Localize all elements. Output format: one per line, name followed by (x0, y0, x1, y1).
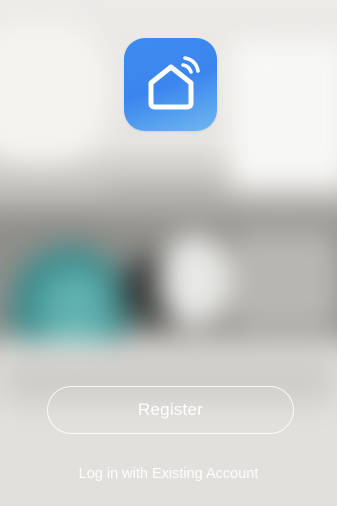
login-existing-account-link[interactable]: Log in with Existing Account (0, 466, 337, 482)
app-logo (124, 38, 217, 131)
welcome-screen: Register Log in with Existing Account (0, 0, 337, 506)
smart-home-icon (148, 55, 200, 109)
register-button-label: Register (138, 400, 203, 419)
login-link-label: Log in with Existing Account (78, 466, 259, 482)
register-button[interactable]: Register (47, 386, 294, 434)
